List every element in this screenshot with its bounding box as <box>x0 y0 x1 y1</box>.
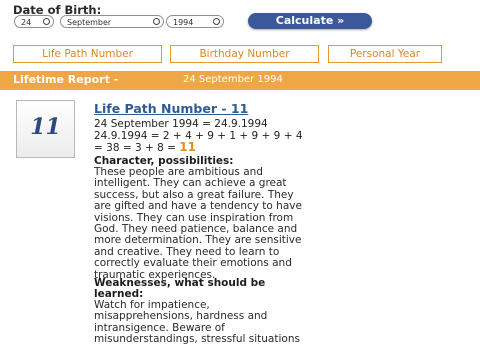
day-select[interactable]: 24 <box>14 15 54 28</box>
year-select-value: 1994 <box>173 18 194 27</box>
weakness-heading: Weaknesses, what should be learned: <box>94 278 265 300</box>
month-select-value: September <box>67 18 112 27</box>
life-path-heading-number: 11 <box>230 101 249 116</box>
weakness-line: misunderstandings, stressful situations <box>94 333 300 346</box>
tab-birthday-number[interactable]: Birthday Number <box>170 45 319 63</box>
life-path-number-value: 11 <box>30 114 61 140</box>
calc-line-3-text: = 38 = 3 + 8 = <box>94 142 180 154</box>
life-path-heading[interactable]: Life Path Number - 11 <box>94 101 248 116</box>
character-line: are gifted and have a tendency to have <box>94 200 302 213</box>
report-tabs: Life Path Number Birthday Number Persona… <box>0 45 480 63</box>
life-path-heading-label: Life Path Number - <box>94 101 231 116</box>
banner-title: Lifetime Report - <box>13 73 119 86</box>
dropdown-icon <box>213 18 220 25</box>
weakness-line: intransigence. Beware of <box>94 321 225 334</box>
weakness-paragraph: Watch for impatience, misapprehensions, … <box>94 299 474 346</box>
character-paragraph: These people are ambitious and intellige… <box>94 166 474 281</box>
weakness-line: Watch for impatience, <box>94 299 210 311</box>
weakness-line: misapprehensions, hardness and <box>94 310 268 323</box>
year-select[interactable]: 1994 <box>166 15 224 28</box>
tab-life-path-number[interactable]: Life Path Number <box>13 45 162 63</box>
lifetime-report-banner: Lifetime Report - 24 September 1994 <box>0 71 480 90</box>
dropdown-icon <box>153 18 160 25</box>
calculate-button[interactable]: Calculate » <box>248 13 372 29</box>
calc-line-3: = 38 = 3 + 8 = 11 <box>94 140 196 154</box>
calc-line-1: 24 September 1994 = 24.9.1994 <box>94 118 268 130</box>
character-line: correctly evaluate their emotions and <box>94 257 292 270</box>
tab-personal-year[interactable]: Personal Year <box>328 45 442 63</box>
month-select[interactable]: September <box>60 15 164 28</box>
day-select-value: 24 <box>21 18 32 27</box>
dropdown-icon <box>43 18 50 25</box>
life-path-number-badge: 11 <box>16 100 75 158</box>
calc-result: 11 <box>179 140 196 154</box>
banner-date: 24 September 1994 <box>183 74 283 85</box>
